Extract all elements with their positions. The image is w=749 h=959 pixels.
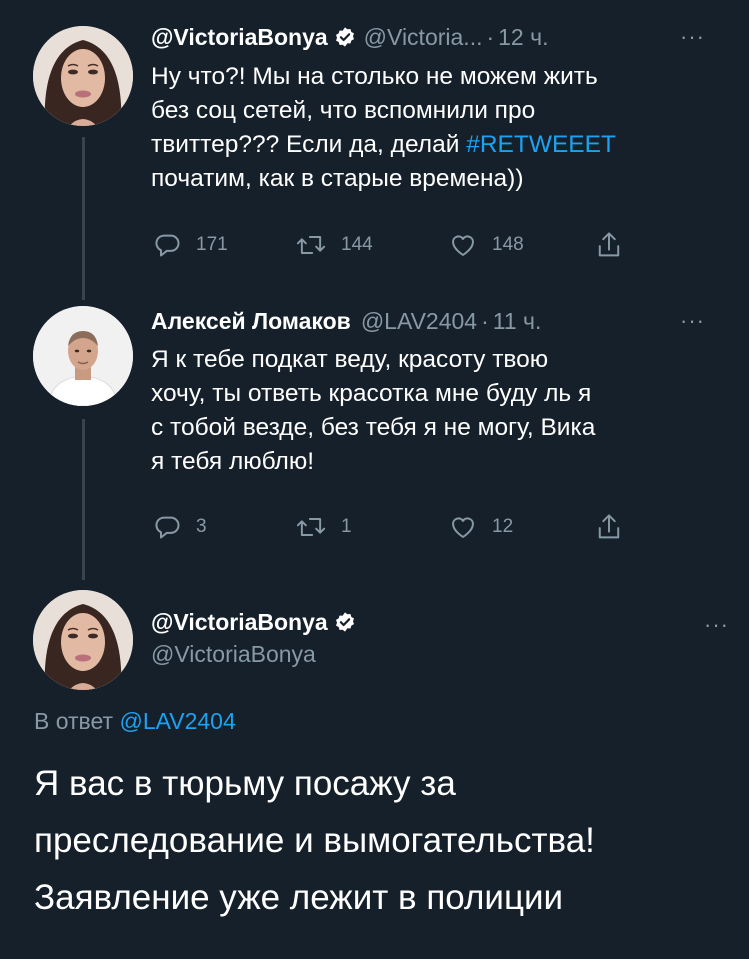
tweet-actions: 3 1 12: [151, 511, 651, 543]
reply-count: 3: [196, 516, 207, 537]
tweet-header: @VictoriaBonya @Victoria... · 12 ч. ···: [151, 21, 725, 53]
retweet-button[interactable]: 144: [295, 229, 373, 261]
reply-to-link[interactable]: @LAV2404: [119, 708, 235, 734]
tweet-text-line: Заявление уже лежит в полиции: [34, 878, 564, 917]
tweet-text-line: хочу, ты ответь красотка мне буду ль я: [151, 380, 592, 407]
separator-dot: ·: [481, 307, 489, 334]
tweet-time[interactable]: 11 ч.: [493, 308, 542, 335]
avatar-victoria[interactable]: [33, 590, 133, 690]
more-icon[interactable]: ···: [680, 26, 705, 48]
like-button[interactable]: 148: [448, 229, 524, 261]
hashtag-link[interactable]: #RETWEEET: [466, 131, 616, 158]
reply-prefix: В ответ: [34, 708, 120, 734]
author-name-row: @VictoriaBonya: [151, 606, 364, 638]
tweet-text: Я к тебе подкат веду, красоту твою хочу,…: [151, 343, 731, 479]
tweet-actions: 171 144 148: [151, 229, 651, 261]
author-handle[interactable]: @LAV2404: [361, 308, 477, 335]
author-name[interactable]: @VictoriaBonya: [151, 24, 328, 51]
tweet-text: Ну что?! Мы на столько не можем жить без…: [151, 60, 731, 196]
tweet-text-line: Я к тебе подкат веду, красоту твою: [151, 346, 549, 373]
like-icon: [452, 517, 474, 538]
retweet-icon: [296, 236, 326, 254]
share-button[interactable]: [595, 229, 623, 261]
more-icon[interactable]: ···: [680, 310, 705, 332]
reply-icon: [155, 234, 180, 257]
tweet-time[interactable]: 12 ч.: [498, 24, 548, 51]
tweet-text-line: преследование и вымогательства!: [34, 821, 595, 860]
retweet-button[interactable]: 1: [295, 511, 352, 543]
tweet-text-line: твиттер??? Если да, делай #RETWEEET: [151, 128, 731, 162]
author-name[interactable]: Алексей Ломаков: [151, 308, 351, 335]
like-icon: [452, 235, 474, 256]
tweet-text: Я вас в тюрьму посажу за преследование и…: [34, 755, 734, 926]
reply-button[interactable]: 3: [154, 511, 207, 543]
verified-badge-icon: [334, 611, 356, 633]
tweet-text-line: Ну что?! Мы на столько не можем жить: [151, 63, 598, 90]
avatar-victoria[interactable]: [33, 26, 133, 126]
share-button[interactable]: [595, 511, 623, 543]
share-icon: [598, 514, 620, 539]
tweet-text-line: Я вас в тюрьму посажу за: [34, 764, 456, 803]
tweet-victoria-main: @VictoriaBonya @VictoriaBonya ··· В отве…: [0, 580, 749, 959]
author-handle[interactable]: @Victoria...: [364, 24, 483, 51]
reply-context: В ответ @LAV2404: [34, 708, 236, 735]
more-icon[interactable]: ···: [704, 614, 729, 636]
like-button[interactable]: 12: [448, 511, 513, 543]
thread-line: [82, 419, 85, 580]
reply-button[interactable]: 171: [154, 229, 228, 261]
tweet-text-segment: твиттер??? Если да, делай: [151, 131, 467, 158]
reply-count: 171: [196, 234, 228, 255]
like-count: 148: [492, 234, 524, 255]
avatar-alexey[interactable]: [33, 306, 133, 406]
tweet-text-line: я тебя люблю!: [151, 448, 315, 475]
retweet-count: 1: [341, 516, 352, 537]
tweet-text-line: початим, как в старые времена)): [151, 165, 524, 192]
tweet-text-line: с тобой везде, без тебя я не могу, Вика: [151, 414, 596, 441]
tweet-alexey[interactable]: Алексей Ломаков @LAV2404 · 11 ч. ··· Я к…: [0, 300, 749, 580]
tweet-header: Алексей Ломаков @LAV2404 · 11 ч. ···: [151, 305, 725, 337]
retweet-icon: [296, 518, 326, 536]
share-icon: [598, 232, 620, 257]
author-handle[interactable]: @VictoriaBonya: [151, 638, 364, 670]
tweet-header: @VictoriaBonya @VictoriaBonya: [151, 606, 364, 670]
retweet-count: 144: [341, 234, 373, 255]
tweet-text-line: без соц сетей, что вспомнили про: [151, 97, 536, 124]
tweet-victoria-1[interactable]: @VictoriaBonya @Victoria... · 12 ч. ··· …: [0, 0, 749, 300]
reply-icon: [155, 516, 180, 539]
verified-badge-icon: [334, 26, 356, 48]
like-count: 12: [492, 516, 514, 537]
separator-dot: ·: [486, 23, 495, 50]
thread-line: [82, 137, 85, 300]
author-name[interactable]: @VictoriaBonya: [151, 609, 328, 636]
